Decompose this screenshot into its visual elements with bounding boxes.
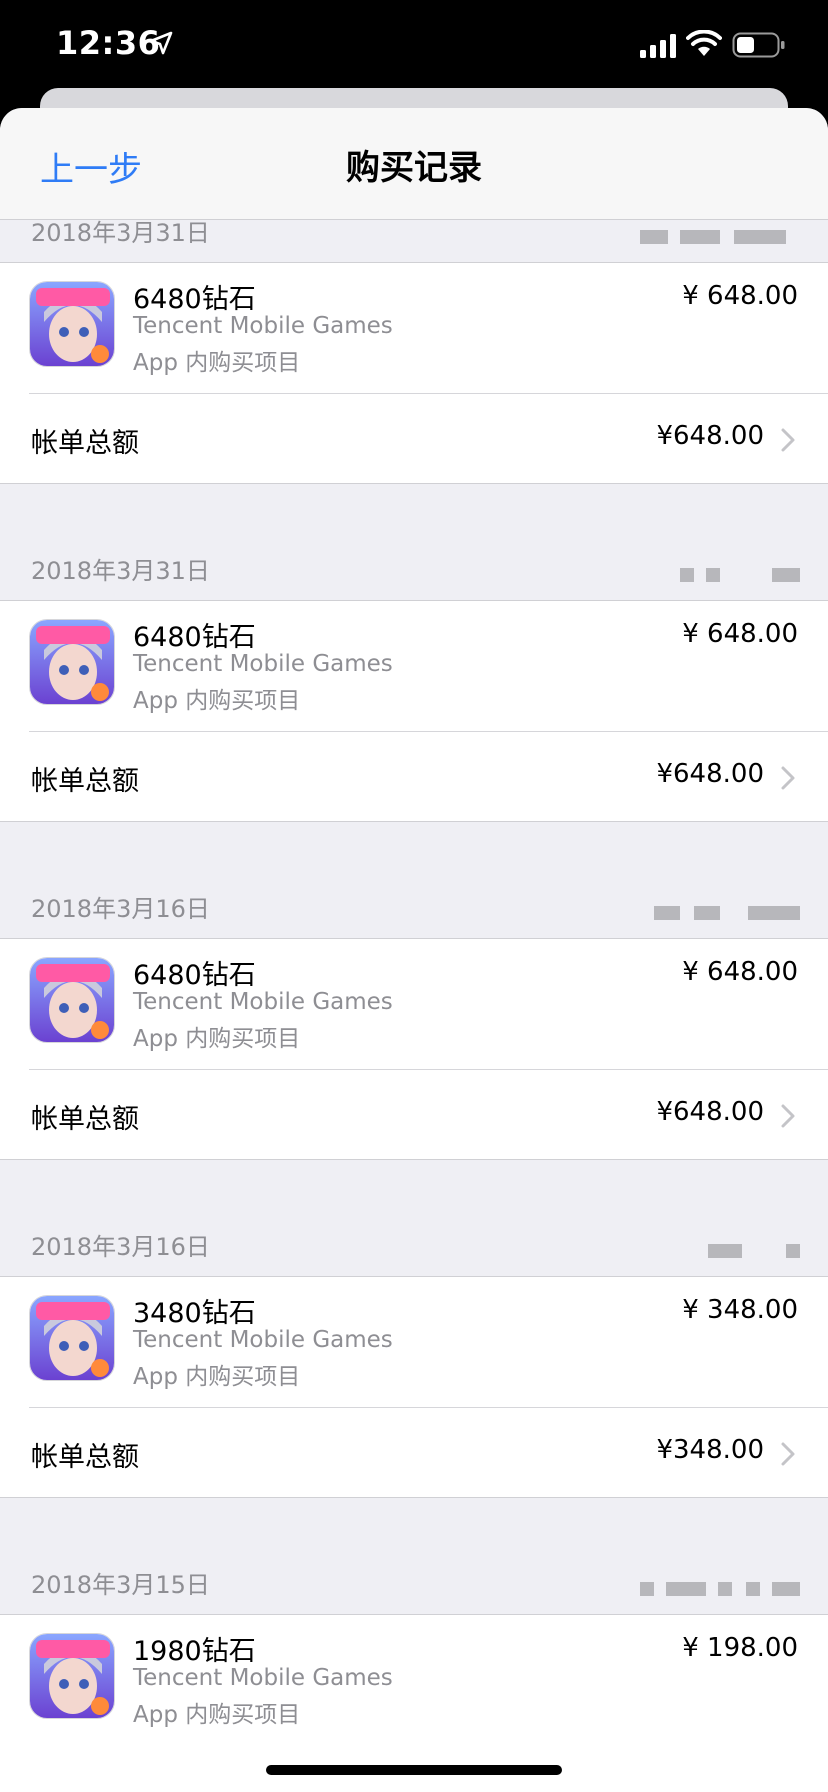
date-header: 2018年3月15日 [0, 1564, 828, 1608]
item-developer: Tencent Mobile Games [133, 989, 393, 1015]
date-header: 2018年3月16日 [0, 1226, 828, 1270]
item-title: 6480钻石 [133, 960, 256, 991]
item-title: 3480钻石 [133, 1298, 256, 1329]
redacted-text [640, 230, 668, 244]
purchase-item-row[interactable]: 6480钻石 Tencent Mobile Games App 内购买项目 ¥ … [0, 601, 828, 731]
item-price: ¥ 348.00 [682, 1295, 798, 1325]
cellular-signal-icon [640, 34, 676, 58]
purchase-date: 2018年3月31日 [31, 557, 210, 585]
item-developer: Tencent Mobile Games [133, 1327, 393, 1353]
bill-total-label: 帐单总额 [31, 1442, 139, 1473]
item-type: App 内购买项目 [133, 1026, 301, 1052]
purchase-date: 2018年3月16日 [31, 895, 210, 923]
bill-total-row[interactable]: 帐单总额 ¥648.00 [0, 1070, 828, 1160]
redacted-text [734, 230, 786, 244]
item-developer: Tencent Mobile Games [133, 1665, 393, 1691]
bill-total-amount: ¥648.00 [656, 759, 764, 789]
redacted-text [666, 1582, 706, 1596]
bill-total-row[interactable]: 帐单总额 ¥648.00 [0, 394, 828, 484]
bill-total-amount: ¥348.00 [656, 1435, 764, 1465]
item-title: 6480钻石 [133, 284, 256, 315]
home-indicator[interactable] [266, 1765, 562, 1775]
location-arrow-icon [149, 31, 173, 55]
app-icon [29, 1633, 115, 1719]
battery-icon [732, 32, 785, 58]
item-type: App 内购买项目 [133, 1364, 301, 1390]
purchase-item-row[interactable]: 6480钻石 Tencent Mobile Games App 内购买项目 ¥ … [0, 939, 828, 1069]
wifi-icon [686, 30, 722, 56]
item-developer: Tencent Mobile Games [133, 313, 393, 339]
app-icon [29, 1295, 115, 1381]
redacted-text [772, 1582, 800, 1596]
redacted-text [640, 1582, 654, 1596]
app-icon [29, 619, 115, 705]
item-type: App 内购买项目 [133, 688, 301, 714]
status-time: 12:36 [56, 24, 161, 62]
item-price: ¥ 648.00 [682, 957, 798, 987]
bill-total-label: 帐单总额 [31, 766, 139, 797]
chevron-right-icon [781, 428, 795, 452]
app-icon [29, 957, 115, 1043]
item-price: ¥ 198.00 [682, 1633, 798, 1663]
bill-total-row[interactable]: 帐单总额 ¥648.00 [0, 732, 828, 822]
purchase-card: 6480钻石 Tencent Mobile Games App 内购买项目 ¥ … [0, 262, 828, 484]
navigation-bar: 上一步 购买记录 [0, 108, 828, 220]
purchase-date: 2018年3月16日 [31, 1233, 210, 1261]
redacted-text [772, 568, 800, 582]
item-title: 1980钻石 [133, 1636, 256, 1667]
chevron-right-icon [781, 1104, 795, 1128]
bill-total-label: 帐单总额 [31, 1104, 139, 1135]
item-title: 6480钻石 [133, 622, 256, 653]
item-developer: Tencent Mobile Games [133, 651, 393, 677]
redacted-text [680, 230, 720, 244]
item-price: ¥ 648.00 [682, 619, 798, 649]
bill-total-label: 帐单总额 [31, 428, 139, 459]
item-type: App 内购买项目 [133, 1702, 301, 1728]
redacted-text [748, 906, 800, 920]
bill-total-amount: ¥648.00 [656, 1097, 764, 1127]
redacted-text [694, 906, 720, 920]
redacted-text [708, 1244, 742, 1258]
chevron-right-icon [781, 1442, 795, 1466]
purchase-item-row[interactable]: 3480钻石 Tencent Mobile Games App 内购买项目 ¥ … [0, 1277, 828, 1407]
app-icon [29, 281, 115, 367]
redacted-text [746, 1582, 760, 1596]
item-price: ¥ 648.00 [682, 281, 798, 311]
purchase-item-row[interactable]: 1980钻石 Tencent Mobile Games App 内购买项目 ¥ … [0, 1615, 828, 1745]
redacted-text [680, 568, 694, 582]
bill-total-amount: ¥648.00 [656, 421, 764, 451]
purchase-date: 2018年3月15日 [31, 1571, 210, 1599]
purchase-item-row[interactable]: 6480钻石 Tencent Mobile Games App 内购买项目 ¥ … [0, 263, 828, 393]
status-bar: 12:36 [0, 0, 828, 88]
date-header: 2018年3月31日 [0, 550, 828, 594]
purchase-history-sheet: 上一步 购买记录 2018年3月31日 6480钻石 Tencent Mobil… [0, 108, 828, 1792]
purchase-card: 6480钻石 Tencent Mobile Games App 内购买项目 ¥ … [0, 938, 828, 1160]
redacted-text [718, 1582, 732, 1596]
date-header: 2018年3月16日 [0, 888, 828, 932]
redacted-text [654, 906, 680, 920]
redacted-text [786, 1244, 800, 1258]
purchase-card: 6480钻石 Tencent Mobile Games App 内购买项目 ¥ … [0, 600, 828, 822]
bill-total-row[interactable]: 帐单总额 ¥348.00 [0, 1408, 828, 1498]
purchase-card: 3480钻石 Tencent Mobile Games App 内购买项目 ¥ … [0, 1276, 828, 1498]
redacted-text [706, 568, 720, 582]
chevron-right-icon [781, 766, 795, 790]
page-title: 购买记录 [346, 148, 482, 188]
item-type: App 内购买项目 [133, 350, 301, 376]
